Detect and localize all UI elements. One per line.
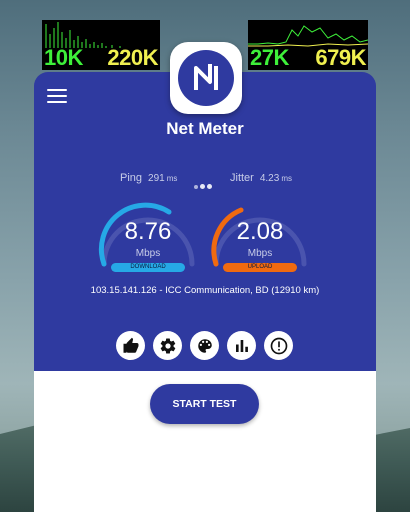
upload-rate: 220K	[107, 45, 158, 70]
alert-icon	[270, 337, 287, 354]
upload-label: UPLOAD	[223, 263, 297, 272]
jitter-unit: ms	[281, 174, 292, 183]
upload-rate: 679K	[315, 45, 366, 70]
history-button[interactable]	[227, 331, 256, 360]
download-rate: 27K	[250, 45, 289, 70]
ping-unit: ms	[166, 174, 178, 183]
thumbs-up-icon	[123, 337, 138, 353]
start-test-button[interactable]: START TEST	[150, 384, 259, 424]
jitter-label: Jitter	[230, 172, 254, 184]
server-info: 103.15.141.126 - ICC Communication, BD (…	[90, 285, 320, 296]
ping-value: 291	[148, 173, 165, 184]
download-value: 8.76	[124, 218, 172, 245]
upload-value: 2.08	[236, 218, 284, 245]
download-gauge: 8.76 Mbps DOWNLOAD	[95, 198, 201, 278]
settings-button[interactable]	[153, 331, 182, 360]
rate-button[interactable]	[116, 331, 145, 360]
palette-icon	[197, 338, 212, 353]
app-logo	[170, 42, 242, 114]
jitter-value: 4.23	[259, 173, 280, 184]
net-meter-logo-icon	[194, 64, 218, 90]
download-rate: 10K	[44, 45, 83, 70]
jitter-stat: Jitter 4.23 ms	[230, 172, 292, 184]
app-title: Net Meter	[166, 119, 244, 138]
download-unit: Mbps	[135, 248, 161, 259]
info-button[interactable]	[264, 331, 293, 360]
bar-chart-icon	[235, 339, 248, 352]
gear-icon	[160, 338, 175, 354]
hamburger-menu-icon[interactable]	[47, 89, 67, 105]
upload-unit: Mbps	[247, 248, 273, 259]
ping-stat: Ping 291 ms	[120, 172, 177, 184]
page-indicator[interactable]	[194, 176, 218, 189]
upload-gauge: 2.08 Mbps UPLOAD	[207, 198, 313, 278]
theme-button[interactable]	[190, 331, 219, 360]
traffic-widget-left: 10K 220K	[42, 20, 160, 70]
traffic-widget-right: 27K 679K	[248, 20, 368, 70]
ping-label: Ping	[120, 172, 143, 184]
speed-test-card: Net Meter Ping 291 ms Jitter 4.23 ms 8.76 Mb…	[34, 72, 376, 512]
download-label: DOWNLOAD	[111, 263, 185, 272]
